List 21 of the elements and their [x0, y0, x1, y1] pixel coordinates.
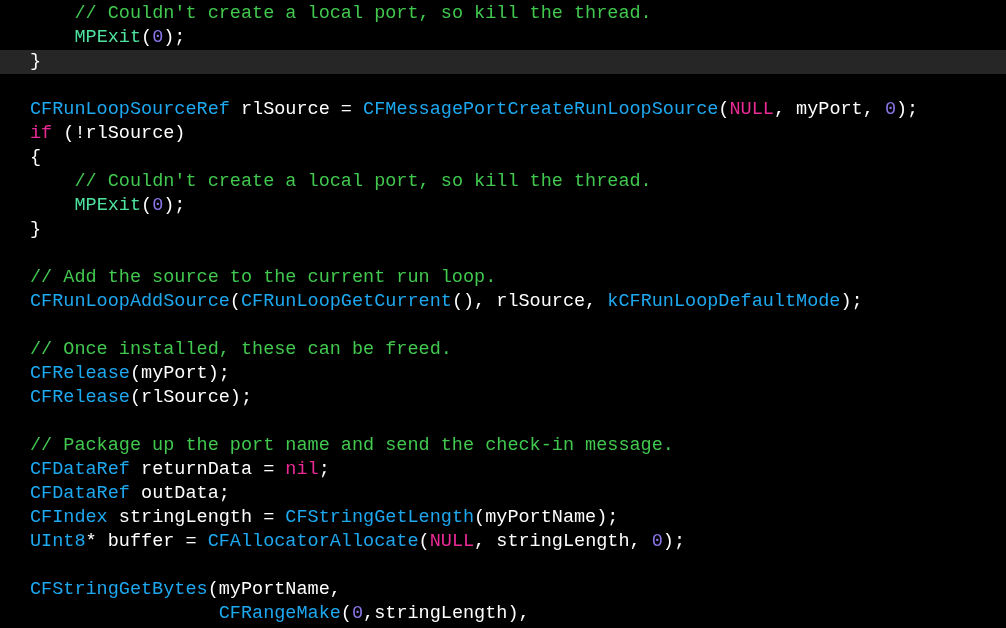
code-line: CFDataRef outData;: [30, 483, 230, 504]
code-line: CFIndex stringLength = CFStringGetLength(myPortName);: [30, 507, 619, 528]
code-line: // Once installed, these can be freed.: [30, 339, 452, 360]
code-line: CFRelease(rlSource);: [30, 387, 253, 408]
code-line: // Add the source to the current run loop.: [30, 267, 497, 288]
code-line: // Couldn't create a local port, so kill the thread.: [74, 3, 652, 24]
code-line: CFRunLoopSourceRef rlSource = CFMessagePortCreateRunLoopSource(NULL, myPort, 0);: [30, 99, 919, 120]
code-line: // Package up the port name and send the check-in message.: [30, 435, 674, 456]
code-line: CFStringGetBytes(myPortName,: [30, 579, 341, 600]
code-line: if (!rlSource): [30, 123, 186, 144]
code-line: // Couldn't create a local port, so kill the thread.: [74, 171, 652, 192]
code-line: }: [30, 51, 42, 72]
code-line: {: [30, 147, 42, 168]
code-line: CFRunLoopAddSource(CFRunLoopGetCurrent(), rlSource, kCFRunLoopDefaultMode);: [30, 291, 863, 312]
code-line: CFRangeMake(0,stringLength),: [218, 603, 530, 624]
code-line: CFRelease(myPort);: [30, 363, 230, 384]
code-line: MPExit(0);: [74, 195, 186, 216]
code-line: UInt8* buffer = CFAllocatorAllocate(NULL, stringLength, 0);: [30, 531, 686, 552]
code-line: MPExit(0);: [74, 27, 186, 48]
code-line: CFDataRef returnData = nil;: [30, 459, 330, 480]
code-line: }: [30, 219, 42, 240]
